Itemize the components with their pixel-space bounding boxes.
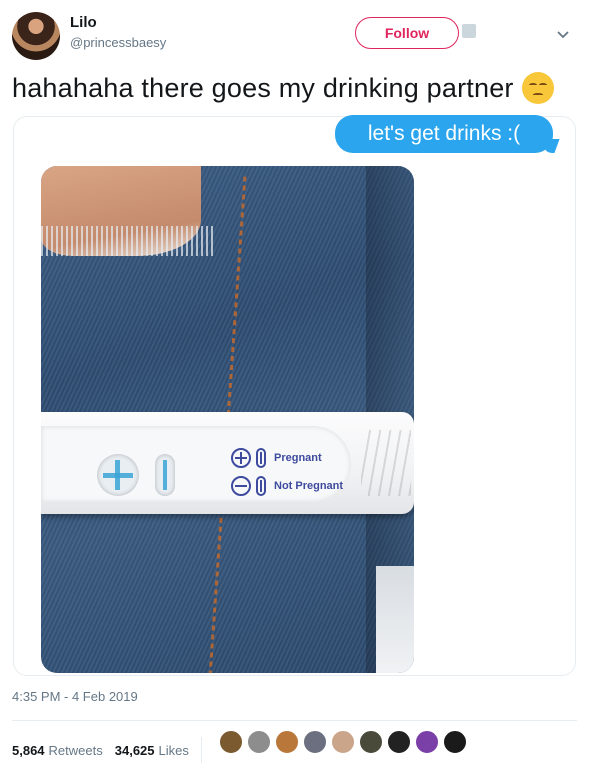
block-icon[interactable]: [462, 24, 476, 38]
liker-avatar[interactable]: [247, 730, 271, 754]
plus-circle-icon: [231, 448, 251, 468]
liker-avatar[interactable]: [359, 730, 383, 754]
legend-label-not-pregnant: Not Pregnant: [274, 480, 344, 492]
pensive-face-icon: [521, 72, 554, 104]
liker-avatar[interactable]: [331, 730, 355, 754]
tweet-header: Lilo @princessbaesy Follow: [0, 0, 589, 66]
line-pill-icon: [256, 448, 266, 468]
minus-circle-icon: [231, 476, 251, 496]
retweets-count: 5,864: [12, 742, 45, 758]
legend-not-pregnant: Not Pregnant: [231, 476, 343, 496]
tweet-timestamp[interactable]: 4:35 PM - 4 Feb 2019: [12, 689, 138, 704]
stats-separator: [200, 737, 202, 763]
retweets-stat[interactable]: 5,864 Retweets: [12, 743, 115, 758]
liker-avatar[interactable]: [443, 730, 467, 754]
strip-grip: [361, 430, 411, 496]
follow-button[interactable]: Follow: [355, 17, 459, 49]
legend-label-pregnant: Pregnant: [274, 452, 322, 464]
likes-stat[interactable]: 34,625 Likes: [115, 743, 201, 758]
tweet-stats: 5,864 Retweets 34,625 Likes: [12, 737, 212, 763]
liker-avatar[interactable]: [303, 730, 327, 754]
tweet-body: hahahaha there goes my drinking partner: [12, 72, 554, 104]
pregnancy-test-strip: Pregnant Not Pregnant: [41, 412, 414, 514]
user-handle[interactable]: @princessbaesy: [70, 35, 166, 50]
liker-avatar[interactable]: [219, 730, 243, 754]
photo-frayed-denim: [41, 226, 216, 256]
result-window-icon: [97, 454, 139, 496]
avatar[interactable]: [12, 12, 60, 60]
liker-avatar[interactable]: [415, 730, 439, 754]
likes-count: 34,625: [114, 742, 155, 758]
strip-inset: Pregnant Not Pregnant: [41, 426, 351, 502]
liker-avatar[interactable]: [275, 730, 299, 754]
photo-corner: [376, 566, 414, 673]
likes-label: Likes: [158, 742, 189, 758]
message-bubble: let's get drinks :(: [335, 115, 553, 153]
divider: [12, 720, 577, 721]
liker-avatars: [219, 730, 471, 754]
chevron-down-icon[interactable]: [556, 28, 570, 42]
tweet-photo[interactable]: Pregnant Not Pregnant: [41, 166, 414, 673]
line-pill-icon: [256, 476, 266, 496]
control-window-icon: [155, 454, 175, 496]
tweet-text: hahahaha there goes my drinking partner: [12, 72, 514, 103]
legend-pregnant: Pregnant: [231, 448, 322, 468]
display-name[interactable]: Lilo: [70, 14, 97, 31]
liker-avatar[interactable]: [387, 730, 411, 754]
retweets-label: Retweets: [48, 742, 103, 758]
